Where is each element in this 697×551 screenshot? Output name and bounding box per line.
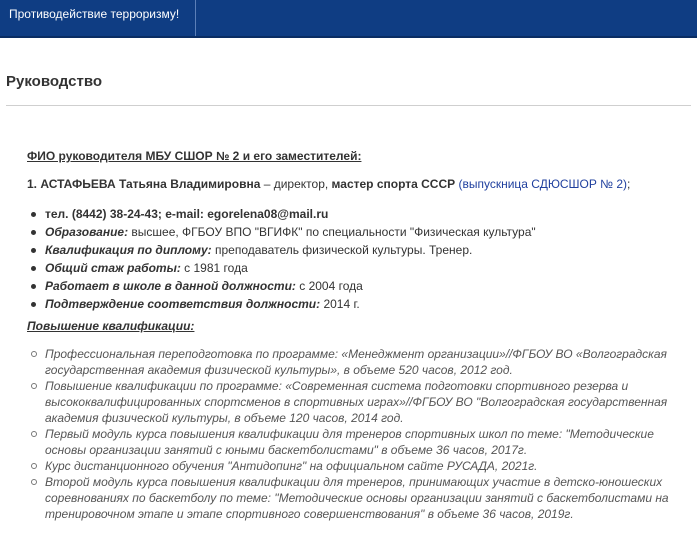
qualification-item: Курс дистанционного обучения "Антидопинг… [31,458,685,474]
person-dash: – [260,177,274,191]
person-title: мастер спорта СССР [331,177,456,191]
qualification-item: Профессиональная переподготовка по прогр… [31,346,685,378]
nav-bottom-stripe [0,36,697,38]
qualification-item: Второй модуль курса повышения квалификац… [31,474,685,522]
fact-label: Образование: [45,225,129,239]
fact-label: Общий стаж работы: [45,261,181,275]
qualification-heading: Повышение квалификации: [27,319,195,333]
qualification-item: Повышение квалификации по программе: «Со… [31,378,685,426]
director-line: 1. АСТАФЬЕВА Татьяна Владимировна – дире… [27,177,692,191]
fact-value: 2014 г. [320,297,360,311]
person-number: 1. [27,177,38,191]
fact-label: Подтверждение соответствия должности: [45,297,321,311]
qualification-item: Первый модуль курса повышения квалификац… [31,426,685,458]
fact-qualification: Квалификация по диплому: преподаватель ф… [31,241,536,259]
page-title: Руководство [6,73,103,90]
fact-label: Квалификация по диплому: [45,243,212,257]
fact-total-experience: Общий стаж работы: с 1981 года [31,259,536,277]
fact-value: высшее, ФГБОУ ВПО "ВГИФК" по специальнос… [128,225,536,239]
fact-label: тел. (8442) 38-24-43; e-mail: egorelena0… [45,207,329,221]
fact-contacts: тел. (8442) 38-24-43; e-mail: egorelena0… [31,205,536,223]
qualification-list: Профессиональная переподготовка по прогр… [31,346,685,522]
person-end: ; [627,177,631,191]
fact-position-confirmation: Подтверждение соответствия должности: 20… [31,295,536,313]
fact-label: Работает в школе в данной должности: [45,279,296,293]
top-navigation-bar: Противодействие терроризму! [0,0,697,38]
fact-value: с 1981 года [180,261,248,275]
person-alumna-note: (выпускница СДЮСШОР № 2) [458,177,628,191]
fact-position-since: Работает в школе в данной должности: с 2… [31,277,536,295]
director-facts-list: тел. (8442) 38-24-43; e-mail: egorelena0… [31,205,536,313]
person-name: АСТАФЬЕВА Татьяна Владимировна [40,177,261,191]
title-divider [6,105,691,106]
management-heading: ФИО руководителя МБУ СШОР № 2 и его заме… [27,149,362,163]
fact-education: Образование: высшее, ФГБОУ ВПО "ВГИФК" п… [31,223,536,241]
nav-item-anti-terrorism[interactable]: Противодействие терроризму! [0,0,196,38]
person-role: директор, [273,177,332,191]
fact-value: преподаватель физической культуры. Трене… [211,243,473,257]
fact-value: с 2004 года [295,279,363,293]
